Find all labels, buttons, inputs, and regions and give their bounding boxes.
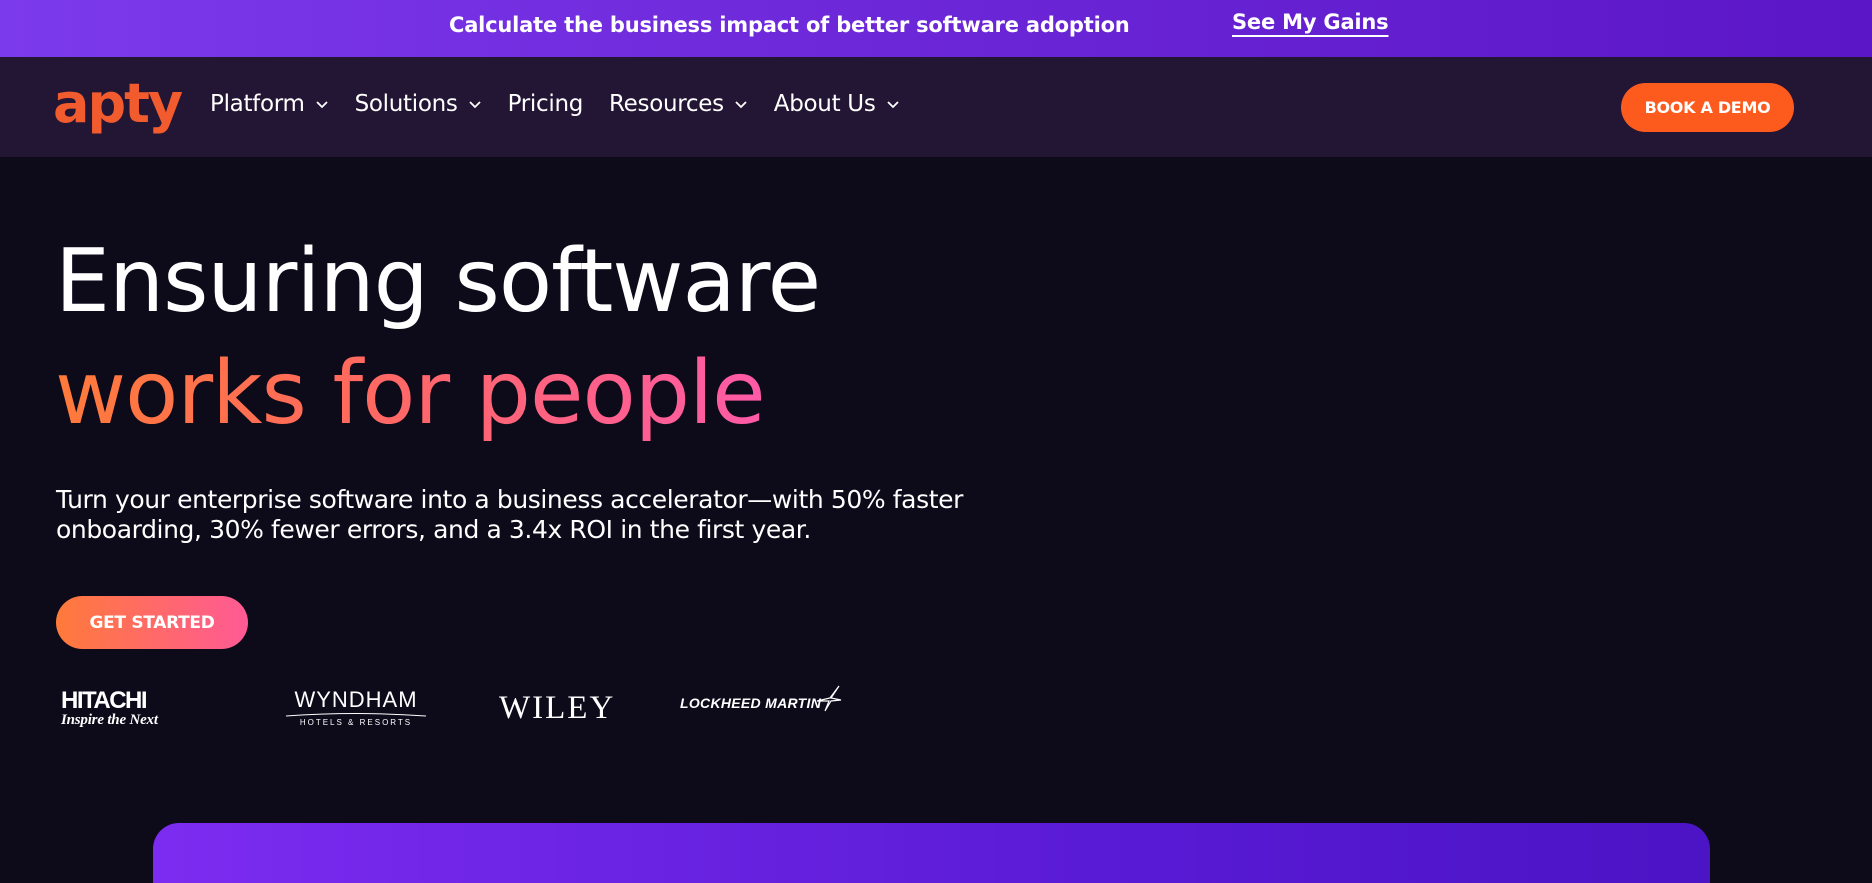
nav-item-label: Solutions: [354, 91, 458, 117]
chevron-down-icon: [886, 101, 899, 109]
hitachi-logo: HITACHI Inspire the Next: [61, 687, 158, 729]
nav-item-about-us[interactable]: About Us: [774, 91, 900, 117]
main-nav: apty Platform Solutions Pricing Resource…: [0, 57, 1872, 157]
lockheed-logo-name: LOCKHEED MARTIN: [680, 695, 822, 711]
lockheed-martin-logo: LOCKHEED MARTIN: [680, 685, 843, 712]
chevron-down-icon: [315, 101, 328, 109]
hero-title-line1: Ensuring software: [55, 230, 821, 332]
wyndham-logo-name: WYNDHAM: [294, 687, 418, 712]
nav-item-label: About Us: [773, 91, 876, 117]
announcement-bar: Calculate the business impact of better …: [0, 0, 1872, 57]
announcement-text: Calculate the business impact of better …: [449, 13, 1130, 37]
nav-item-solutions[interactable]: Solutions: [355, 91, 482, 117]
chevron-down-icon: [468, 101, 481, 109]
nav-item-label: Resources: [609, 91, 724, 117]
customer-logos: HITACHI Inspire the Next WYNDHAM HOTELS …: [0, 680, 900, 740]
hero-subtitle: Turn your enterprise software into a bus…: [56, 485, 963, 544]
wyndham-logo: WYNDHAM HOTELS & RESORTS: [286, 688, 426, 728]
nav-item-pricing[interactable]: Pricing: [507, 91, 584, 117]
see-my-gains-link[interactable]: See My Gains: [1232, 10, 1389, 34]
nav-item-label: Pricing: [507, 91, 584, 117]
apty-logo[interactable]: apty: [53, 77, 183, 131]
book-a-demo-button[interactable]: BOOK A DEMO: [1621, 83, 1794, 132]
nav-item-resources[interactable]: Resources: [609, 91, 748, 117]
wyndham-logo-tagline: HOTELS & RESORTS: [299, 718, 413, 727]
hitachi-logo-tagline: Inspire the Next: [61, 712, 158, 728]
hero-title-line2: works for people: [55, 342, 766, 444]
wiley-logo: WILEY: [499, 690, 616, 726]
star-icon: [817, 685, 842, 712]
bottom-feature-card: [153, 823, 1710, 883]
nav-menu: Platform Solutions Pricing Resources Abo…: [210, 91, 926, 117]
hitachi-logo-name: HITACHI: [61, 687, 148, 714]
nav-item-platform[interactable]: Platform: [210, 91, 329, 117]
chevron-down-icon: [735, 101, 747, 109]
get-started-button[interactable]: GET STARTED: [56, 596, 248, 649]
nav-item-label: Platform: [210, 91, 305, 117]
